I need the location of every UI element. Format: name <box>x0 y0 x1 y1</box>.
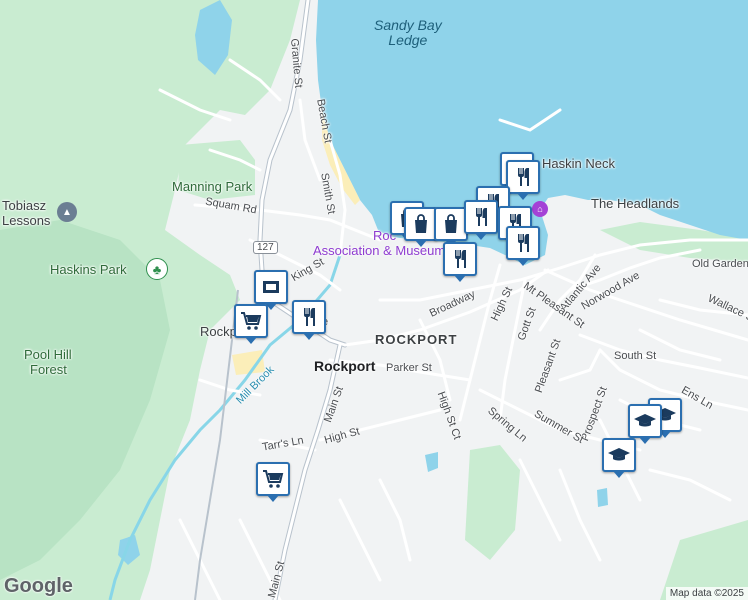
restaurant-icon <box>518 168 529 186</box>
grocery-cart-marker[interactable] <box>256 462 290 502</box>
restaurant-icon <box>476 208 487 226</box>
tobiasz-label: Tobiasz <box>2 198 47 213</box>
manning-park-label: Manning Park <box>172 179 253 194</box>
pond-small-3 <box>597 488 608 507</box>
restaurant-marker[interactable] <box>443 242 477 282</box>
map-canvas[interactable] <box>0 0 748 600</box>
grocery-cart-icon <box>263 470 284 488</box>
haskin-neck-label: Haskin Neck <box>542 156 615 171</box>
shopping-bag-icon <box>415 214 427 233</box>
shopping-bag-marker[interactable] <box>434 207 468 247</box>
store-icon <box>263 281 279 293</box>
restaurant-marker[interactable] <box>292 300 326 340</box>
rockport-station-label: Rockp <box>200 324 237 339</box>
rockport-district-label: ROCKPORT <box>375 332 458 347</box>
street-old-garden: Old Garden <box>692 258 748 270</box>
haskins-park-label: Haskins Park <box>50 262 127 277</box>
restaurant-icon <box>304 308 315 326</box>
restaurant-icon <box>455 250 466 268</box>
grocery-cart-marker[interactable] <box>234 304 268 344</box>
restaurant-marker[interactable] <box>464 200 498 240</box>
restaurant-marker[interactable] <box>506 226 540 266</box>
store-marker[interactable] <box>254 270 288 310</box>
museum-icon[interactable]: ⌂ <box>532 201 548 217</box>
tree-icon[interactable]: ♣ <box>146 258 168 280</box>
sandy-bay-ledge-label: Sandy Bay Ledge <box>374 17 442 48</box>
restaurant-icon <box>518 234 529 252</box>
street-south-st: South St <box>614 350 657 362</box>
pool-hill-label: Pool Hill <box>24 347 72 362</box>
forest-label: Forest <box>30 362 67 377</box>
shopping-bag-marker[interactable] <box>404 207 438 247</box>
shopping-bag-icon <box>445 214 457 233</box>
school-marker[interactable] <box>602 438 636 478</box>
school-marker[interactable] <box>628 404 662 444</box>
route-127-shield: 127 <box>253 241 278 254</box>
google-logo: Google <box>4 575 73 597</box>
school-icon <box>634 414 656 427</box>
school-icon <box>608 448 630 461</box>
graduation-cap-icon[interactable]: ▲ <box>57 202 77 222</box>
street-parker-st: Parker St <box>386 362 432 374</box>
rockport-town-label: Rockport <box>314 358 376 374</box>
the-headlands-label: The Headlands <box>591 196 680 211</box>
lessons-label: Lessons <box>2 213 51 228</box>
map-attribution[interactable]: Map data ©2025 <box>665 587 748 600</box>
grocery-cart-icon <box>241 312 262 330</box>
restaurant-marker[interactable] <box>506 160 540 200</box>
